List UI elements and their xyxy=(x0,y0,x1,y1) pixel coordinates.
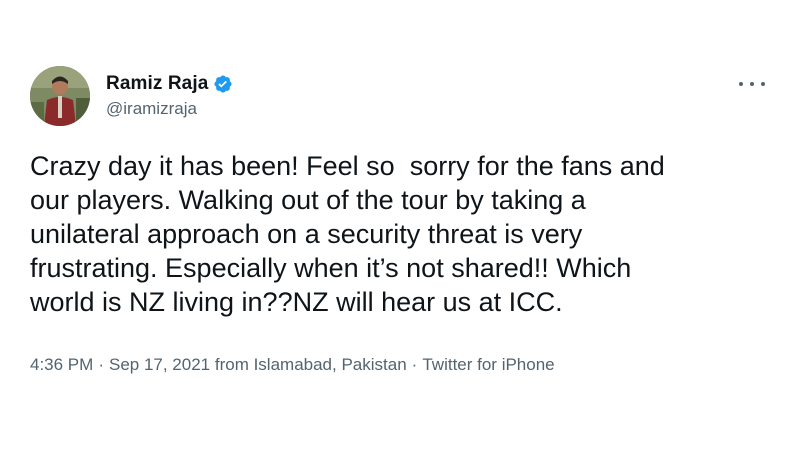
avatar[interactable] xyxy=(30,66,90,126)
meta-separator: · xyxy=(411,355,418,374)
tweet-meta: 4:36 PM · Sep 17, 2021 from Islamabad, P… xyxy=(30,355,555,375)
author-handle[interactable]: @iramizraja xyxy=(106,99,197,119)
more-dot-icon xyxy=(761,82,765,86)
author-display-name[interactable]: Ramiz Raja xyxy=(106,73,208,95)
more-dot-icon xyxy=(750,82,754,86)
tweet-text: Crazy day it has been! Feel so sorry for… xyxy=(30,151,665,317)
tweet-time[interactable]: 4:36 PM xyxy=(30,355,93,375)
more-dot-icon xyxy=(739,82,743,86)
more-options-icon[interactable] xyxy=(739,78,765,90)
meta-separator: · xyxy=(98,355,104,374)
tweet-card: Ramiz Raja @iramizraja Crazy day it has … xyxy=(0,0,800,450)
tweet-client[interactable]: Twitter for iPhone xyxy=(422,355,554,375)
author-name-row[interactable]: Ramiz Raja xyxy=(106,72,233,96)
verified-badge-icon xyxy=(213,74,233,94)
tweet-date-location[interactable]: Sep 17, 2021 from Islamabad, Pakistan xyxy=(109,355,407,375)
avatar-image xyxy=(30,66,90,126)
